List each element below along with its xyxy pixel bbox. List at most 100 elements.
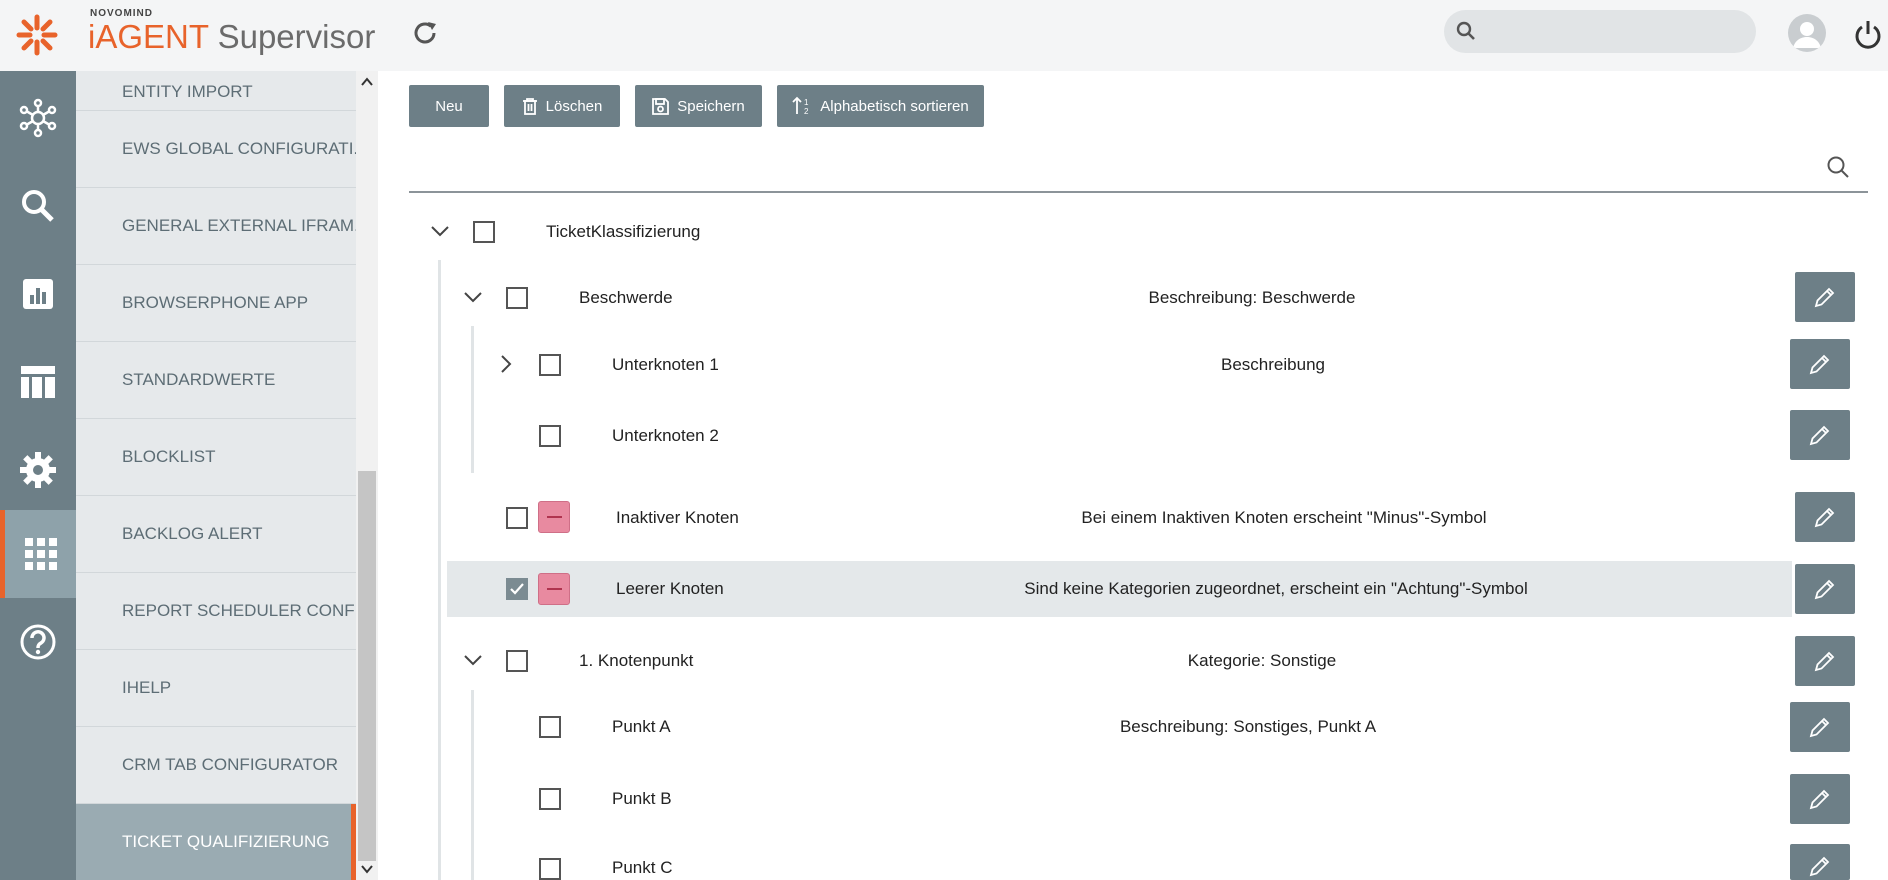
pencil-icon [1809,789,1830,810]
chevron-down-icon[interactable] [428,219,452,243]
tree-checkbox[interactable] [539,716,561,738]
network-icon [19,98,57,138]
rail-settings[interactable] [0,426,76,514]
tree-checkbox[interactable] [539,858,561,880]
tree-guide-line [471,326,474,473]
help-icon [20,624,56,660]
filter-search-icon[interactable] [1826,155,1850,179]
tree-filter-input[interactable] [409,191,1868,193]
chevron-right-icon[interactable] [494,352,518,376]
refresh-icon[interactable] [410,18,440,48]
save-button-label: Speichern [677,97,745,115]
rail-help[interactable] [0,598,76,686]
global-search-input[interactable] [1444,10,1756,53]
checkmark-icon [510,583,524,595]
pencil-icon [1814,651,1835,672]
chart-icon [23,279,53,309]
rail-reports[interactable] [0,250,76,338]
tree-node-label: Punkt A [612,717,671,736]
menu-item-ews-global-configuration[interactable]: EWS GLOBAL CONFIGURATI... [76,111,356,188]
tree-checkbox[interactable] [506,650,528,672]
app-header: NOVOMIND iAGENT Supervisor [0,0,1888,71]
new-button-label: Neu [435,97,463,115]
edit-button[interactable] [1790,339,1850,389]
tree-node-label: Beschwerde [579,288,673,307]
tree-node-description: Beschreibung [1221,355,1325,374]
tree-node-label: Punkt C [612,858,673,877]
menu-item-report-scheduler-config[interactable]: REPORT SCHEDULER CONFI... [76,573,356,650]
pencil-icon [1809,717,1830,738]
tree-node-description: Beschreibung: Sonstiges, Punkt A [1119,717,1377,736]
menu-item-blocklist[interactable]: BLOCKLIST [76,419,356,496]
user-avatar[interactable] [1788,14,1826,52]
tree-guide-line [471,690,474,880]
chevron-down-icon[interactable] [360,862,374,876]
tree-node-label: Unterknoten 2 [612,426,719,445]
tree-root-label: TicketKlassifizierung [546,222,701,241]
search-icon [22,190,54,222]
menu-item-general-external-iframe[interactable]: GENERAL EXTERNAL IFRAM... [76,188,356,265]
rail-network[interactable] [0,74,76,162]
tree-checkbox[interactable] [506,287,528,309]
edit-button[interactable] [1790,702,1850,752]
novomind-logo-icon [16,14,58,56]
power-icon[interactable] [1852,18,1884,50]
tree-checkbox[interactable] [539,354,561,376]
edit-button[interactable] [1795,636,1855,686]
tree-node-description: Beschreibung: Beschwerde [1148,288,1356,307]
svg-text:2: 2 [804,107,809,116]
menu-item-standardwerte[interactable]: STANDARDWERTE [76,342,356,419]
apps-grid-icon [24,538,57,570]
edit-button[interactable] [1795,492,1855,542]
sort-alphabetically-button[interactable]: 1 2 Alphabetisch sortieren [777,85,984,127]
delete-button[interactable]: Löschen [504,85,620,127]
rail-table[interactable] [0,338,76,426]
delete-button-label: Löschen [545,97,603,115]
pencil-icon [1814,507,1835,528]
rail-search[interactable] [0,162,76,250]
menu-item-entity-import[interactable]: ENTITY IMPORT [76,71,356,111]
tree-checkbox[interactable] [473,221,495,243]
chevron-down-icon[interactable] [461,285,485,309]
tree-node-description: Bei einem Inaktiven Knoten erscheint "Mi… [1081,508,1487,527]
edit-button[interactable] [1795,272,1855,322]
tree-node-description: Sind keine Kategorien zugeordnet, ersche… [1024,579,1528,598]
table-icon [21,366,55,398]
menu-scrollbar[interactable] [356,71,378,880]
menu-item-crm-tab-configurator[interactable]: CRM TAB CONFIGURATOR [76,727,356,804]
tree-node-label: Unterknoten 1 [612,355,719,374]
tree-checkbox-checked[interactable] [506,578,528,600]
menu-item-backlog-alert[interactable]: BACKLOG ALERT [76,496,356,573]
gear-icon [20,452,56,488]
menu-item-ihelp[interactable]: IHELP [76,650,356,727]
trash-icon [522,98,537,115]
scrollbar-thumb[interactable] [358,471,376,861]
edit-button[interactable] [1790,844,1850,880]
pencil-icon [1809,856,1830,877]
tree-checkbox[interactable] [539,788,561,810]
menu-item-ticket-qualifizierung[interactable]: TICKET QUALIFIZIERUNG [76,804,356,880]
edit-button[interactable] [1795,564,1855,614]
edit-button[interactable] [1790,410,1850,460]
rail-apps[interactable] [0,510,76,598]
tree-checkbox[interactable] [539,425,561,447]
tree-node-label: Inaktiver Knoten [616,508,739,527]
edit-button[interactable] [1790,774,1850,824]
new-button[interactable]: Neu [409,85,489,127]
tree-node-label: 1. Knotenpunkt [579,651,694,670]
app-title: iAGENT Supervisor [88,18,375,56]
pencil-icon [1814,287,1835,308]
sort-alpha-icon: 1 2 [792,96,809,116]
save-button[interactable]: Speichern [635,85,762,127]
pencil-icon [1814,579,1835,600]
tree-guide-line [438,260,441,880]
tree-checkbox[interactable] [506,507,528,529]
tree-node-label: Punkt B [612,789,672,808]
chevron-down-icon[interactable] [461,648,485,672]
user-icon [1793,22,1821,48]
pencil-icon [1809,354,1830,375]
brand-product: Supervisor [217,18,376,55]
chevron-up-icon[interactable] [360,75,374,89]
tree-node-description: Kategorie: Sonstige [1187,651,1337,670]
menu-item-browserphone-app[interactable]: BROWSERPHONE APP [76,265,356,342]
